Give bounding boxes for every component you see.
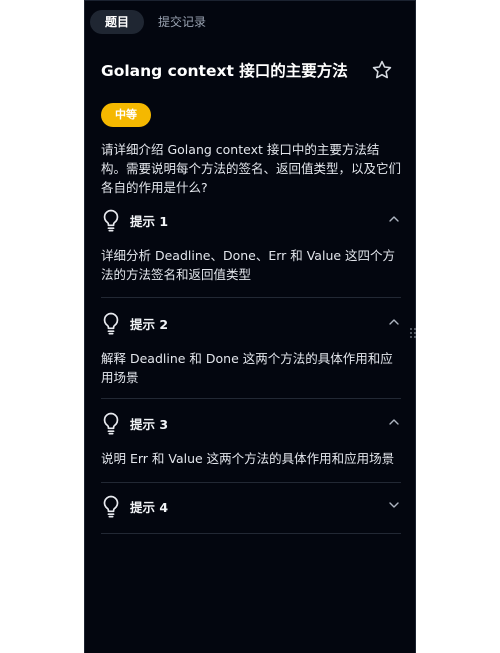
hint-3-title: 提示 3: [130, 417, 169, 432]
hint-2-body: 解释 Deadline 和 Done 这两个方法的具体作用和应用场景: [101, 351, 393, 385]
hint-4-header[interactable]: 提示 4: [101, 492, 401, 520]
hint-4-title: 提示 4: [130, 500, 169, 515]
chevron-up-icon[interactable]: [387, 417, 401, 427]
resize-handle[interactable]: [409, 326, 417, 340]
star-icon[interactable]: [371, 59, 393, 81]
hint-1-header[interactable]: 提示 1: [101, 206, 401, 234]
tab-bar: 题目 提交记录: [85, 0, 415, 41]
hint-2-header[interactable]: 提示 2: [101, 309, 401, 337]
hint-3-header[interactable]: 提示 3: [101, 409, 401, 437]
question-title: Golang context 接口的主要方法: [101, 62, 348, 80]
tab-question[interactable]: 题目: [90, 10, 144, 34]
hint-1-title: 提示 1: [130, 214, 169, 229]
chevron-up-icon[interactable]: [387, 214, 401, 224]
hint-2-title: 提示 2: [130, 317, 169, 332]
hint-2: 提示 2 解释 Deadline 和 Done 这两个方法的具体作用和应用场景: [101, 309, 401, 399]
hint-3-body: 说明 Err 和 Value 这两个方法的具体作用和应用场景: [101, 451, 395, 466]
hint-1-body: 详细分析 Deadline、Done、Err 和 Value 这四个方法的方法签…: [101, 248, 396, 282]
lightbulb-icon: [103, 209, 119, 232]
lightbulb-icon: [103, 495, 119, 518]
chevron-down-icon[interactable]: [387, 500, 401, 510]
question-panel: 题目 提交记录 Golang context 接口的主要方法 中等 请详细介绍 …: [84, 0, 416, 653]
hint-4: 提示 4: [101, 492, 401, 534]
hint-1: 提示 1 详细分析 Deadline、Done、Err 和 Value 这四个方…: [101, 206, 401, 298]
question-description: 请详细介绍 Golang context 接口中的主要方法结构。需要说明每个方法…: [101, 142, 402, 195]
lightbulb-icon: [103, 312, 119, 335]
chevron-up-icon[interactable]: [387, 317, 401, 327]
difficulty-badge: 中等: [101, 103, 151, 127]
lightbulb-icon: [103, 412, 119, 435]
tab-submissions[interactable]: 提交记录: [158, 10, 206, 34]
hint-3: 提示 3 说明 Err 和 Value 这两个方法的具体作用和应用场景: [101, 409, 401, 483]
